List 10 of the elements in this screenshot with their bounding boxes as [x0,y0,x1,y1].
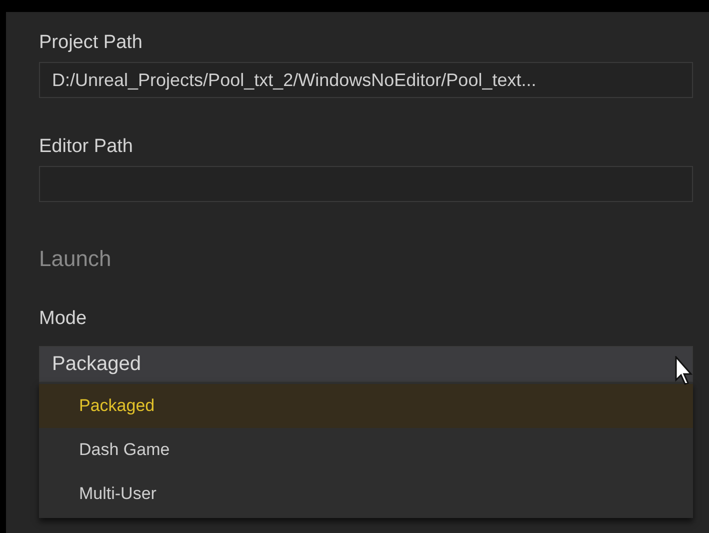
field-label: Project Path [39,32,142,54]
menu-option[interactable]: Packaged [39,384,693,428]
menu-option[interactable]: Multi-User [39,472,693,516]
menu-option[interactable]: Dash Game [39,428,693,472]
mode-dropdown[interactable]: Packaged [39,346,693,382]
field-label: Editor Path [39,136,133,158]
field-label: Mode [39,308,87,330]
cursor-icon [675,356,695,386]
path-field[interactable]: D:/Unreal_Projects/Pool_txt_2/WindowsNoEditor/Pool_text... [39,62,693,98]
section-title: Launch [39,246,112,272]
